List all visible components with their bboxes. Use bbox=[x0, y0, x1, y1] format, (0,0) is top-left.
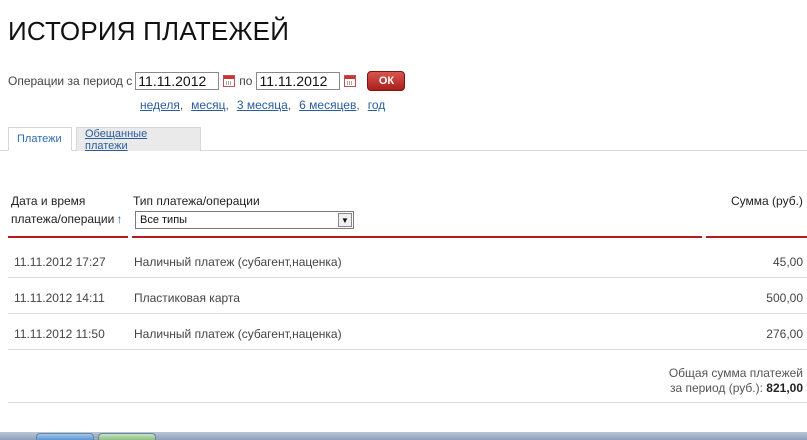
ok-button[interactable]: ОК bbox=[367, 71, 406, 91]
taskbar-button[interactable] bbox=[98, 433, 156, 440]
total-label-line2: за период (руб.): bbox=[669, 381, 763, 395]
row-date: 11.11.2012 17:27 bbox=[14, 255, 106, 269]
link-year[interactable]: год bbox=[368, 98, 386, 112]
period-label: Операции за период с bbox=[8, 74, 133, 88]
payment-type-select-value: Все типы bbox=[140, 214, 188, 226]
row-sum: 500,00 bbox=[766, 291, 803, 305]
chevron-down-icon[interactable]: ▼ bbox=[338, 213, 352, 227]
date-from-input[interactable] bbox=[135, 72, 220, 90]
date-to-input[interactable] bbox=[256, 72, 341, 90]
footer-divider bbox=[8, 402, 807, 403]
row-divider bbox=[8, 349, 807, 350]
calendar-icon[interactable] bbox=[344, 75, 357, 87]
taskbar-button[interactable] bbox=[36, 433, 94, 440]
row-type: Наличный платеж (субагент,наценка) bbox=[134, 255, 342, 269]
row-date: 11.11.2012 14:11 bbox=[14, 291, 105, 305]
header-rule bbox=[8, 236, 128, 238]
sort-arrow-icon[interactable]: ↑ bbox=[116, 212, 122, 226]
row-sum: 276,00 bbox=[766, 327, 803, 341]
calendar-icon[interactable] bbox=[223, 75, 236, 87]
period-filter: Операции за период с по ОК bbox=[8, 70, 406, 92]
tab-promised-payments[interactable]: Обещанные платежи bbox=[76, 127, 201, 152]
row-type: Наличный платеж (субагент,наценка) bbox=[134, 327, 342, 341]
link-6-months[interactable]: 6 месяцев bbox=[299, 98, 356, 112]
table-row: 11.11.2012 11:50 Наличный платеж (субаге… bbox=[0, 314, 807, 350]
column-header-sum: Сумма (руб.) bbox=[731, 194, 803, 208]
table-row: 11.11.2012 17:27 Наличный платеж (субаге… bbox=[0, 242, 807, 278]
table-row: 11.11.2012 14:11 Пластиковая карта 500,0… bbox=[0, 278, 807, 314]
tab-payments[interactable]: Платежи bbox=[8, 127, 72, 151]
total-summary: Общая сумма платежей за период (руб.): 8… bbox=[669, 366, 803, 396]
total-value: 821,00 bbox=[766, 381, 803, 395]
total-label-line1: Общая сумма платежей bbox=[668, 366, 803, 380]
header-rule bbox=[132, 236, 702, 238]
column-header-type: Тип платежа/операции bbox=[133, 194, 260, 208]
link-month[interactable]: месяц bbox=[191, 98, 225, 112]
row-date: 11.11.2012 11:50 bbox=[14, 327, 105, 341]
quick-period-links: неделя, месяц, 3 месяца, 6 месяцев, год bbox=[140, 98, 386, 112]
header-rule bbox=[706, 236, 807, 238]
link-3-months[interactable]: 3 месяца bbox=[237, 98, 288, 112]
row-sum: 45,00 bbox=[772, 255, 803, 269]
link-week[interactable]: неделя bbox=[140, 98, 180, 112]
page-title: ИСТОРИЯ ПЛАТЕЖЕЙ bbox=[8, 16, 290, 46]
period-to-label: по bbox=[239, 74, 253, 88]
row-type: Пластиковая карта bbox=[134, 291, 240, 305]
column-header-date[interactable]: Дата и время платежа/операции ↑ bbox=[11, 192, 122, 228]
payment-type-select[interactable]: Все типы ▼ bbox=[135, 211, 354, 229]
